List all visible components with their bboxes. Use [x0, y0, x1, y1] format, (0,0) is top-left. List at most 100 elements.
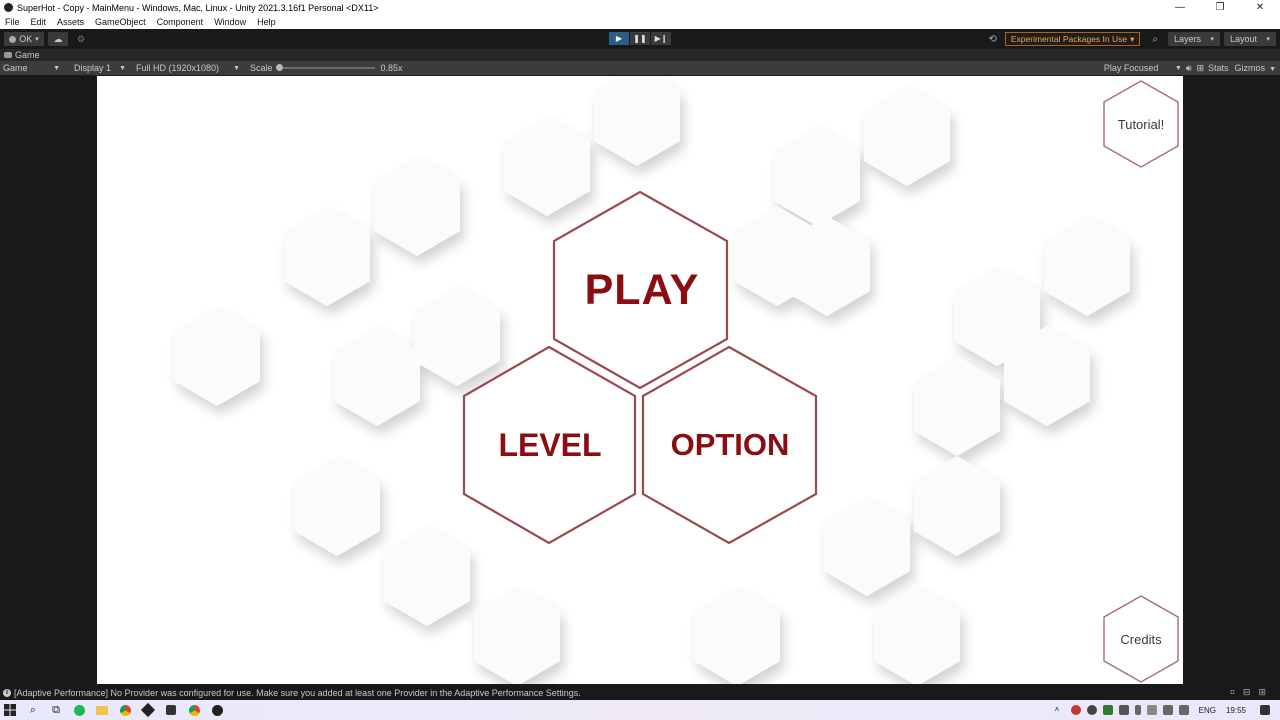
pause-button[interactable]: ❚❚ — [630, 32, 650, 45]
info-icon: i — [3, 688, 11, 697]
menu-component[interactable]: Component — [157, 17, 204, 27]
language-indicator[interactable]: ENG — [1199, 706, 1216, 715]
scale-control: Scale 0.85x — [250, 63, 403, 73]
layers-label: Layers — [1174, 34, 1202, 44]
account-label: OK — [19, 34, 33, 44]
game-view-toolbar: Game ▼ Display 1 ▼ Full HD (1920x1080) ▼… — [0, 61, 1280, 75]
search-icon[interactable]: ⌕ — [1152, 34, 1158, 45]
chrome-icon-2[interactable] — [187, 703, 201, 717]
stats-toggle[interactable]: ⊞ Stats — [1196, 63, 1228, 74]
close-button[interactable]: ✕ — [1240, 2, 1280, 13]
task-view-icon[interactable]: ⧉ — [49, 703, 63, 717]
display-dropdown[interactable]: Display 1 ▼ — [74, 63, 126, 73]
toolbar-right: ⟲ Experimental Packages In Use ▾ ⌕ Layer… — [988, 32, 1276, 46]
search-icon[interactable]: ⌕ — [26, 703, 40, 717]
step-button[interactable]: ▶❙ — [651, 32, 671, 45]
windows-start-icon[interactable] — [3, 703, 17, 717]
network-icon[interactable] — [1162, 705, 1173, 715]
chevron-down-icon: ▼ — [233, 64, 240, 72]
chrome-icon[interactable] — [118, 703, 132, 717]
main-toolbar: OK ▾ ☁ ⚙ ▶ ❚❚ ▶❙ ⟲ Experimental Packages… — [0, 29, 1280, 49]
chevron-up-icon[interactable]: ˄ — [1055, 705, 1065, 715]
menu-file[interactable]: File — [5, 17, 20, 27]
maximize-button[interactable]: ❐ — [1200, 2, 1240, 13]
level-label: LEVEL — [498, 426, 602, 463]
cloud-button[interactable]: ☁ — [48, 32, 68, 46]
tray-app-icon[interactable] — [1086, 705, 1097, 715]
experimental-packages-button[interactable]: Experimental Packages In Use ▾ — [1004, 32, 1141, 46]
menu-help[interactable]: Help — [257, 17, 276, 27]
tutorial-hex-button[interactable]: Tutorial! — [1102, 80, 1180, 168]
gizmos-label: Gizmos — [1234, 63, 1266, 73]
chevron-down-icon: ▾ — [1266, 36, 1270, 43]
mute-audio-icon[interactable]: 🔊︎ — [1186, 63, 1192, 74]
file-explorer-icon[interactable] — [95, 703, 109, 717]
menu-assets[interactable]: Assets — [57, 17, 84, 27]
view-mode-label: Game — [3, 63, 28, 73]
view-mode-dropdown[interactable]: Game ▼ — [0, 63, 60, 73]
console-status-bar[interactable]: i [Adaptive Performance] No Provider was… — [0, 686, 1280, 699]
layers-dropdown[interactable]: Layers ▾ — [1168, 32, 1220, 46]
level-hex-button[interactable]: LEVEL — [462, 345, 638, 545]
menu-gameobject[interactable]: GameObject — [95, 17, 146, 27]
chevron-down-icon: ▼ — [1174, 64, 1182, 72]
minimize-button[interactable]: — — [1160, 2, 1200, 13]
cloud-icon: ☁ — [53, 33, 63, 44]
tutorial-label: Tutorial! — [1117, 116, 1165, 132]
status-message: [Adaptive Performance] No Provider was c… — [14, 687, 581, 698]
unity-editor-icon[interactable] — [164, 703, 178, 717]
credits-label: Credits — [1120, 631, 1162, 647]
account-dropdown[interactable]: OK ▾ — [4, 32, 44, 46]
obs-icon[interactable] — [210, 703, 224, 717]
gamepad-icon — [4, 52, 12, 58]
notification-icon[interactable] — [1260, 705, 1270, 715]
game-viewport[interactable]: PLAY LEVEL OPTION Tutorial! Credits — [97, 76, 1183, 684]
gizmos-dropdown[interactable]: Gizmos ▼ — [1235, 63, 1276, 73]
volume-icon[interactable] — [1178, 705, 1189, 715]
game-tab-label: Game — [15, 50, 40, 60]
unity-editor-window: SuperHot - Copy - MainMenu - Windows, Ma… — [0, 0, 1280, 720]
scale-slider-handle[interactable] — [275, 64, 283, 71]
scale-value: 0.85x — [380, 63, 403, 73]
menu-edit[interactable]: Edit — [31, 17, 47, 27]
chevron-down-icon: ▼ — [119, 64, 126, 72]
system-tray: ˄ ENG 19:55 — [1055, 700, 1280, 720]
game-tab-header[interactable]: Game — [0, 49, 1280, 61]
experimental-label: Experimental Packages In Use — [1010, 34, 1128, 44]
tray-app-icon[interactable] — [1118, 705, 1129, 715]
history-icon[interactable]: ⟲ — [988, 34, 996, 45]
tray-app-icon[interactable] — [1146, 705, 1157, 715]
menu-bar: File Edit Assets GameObject Component Wi… — [0, 15, 1280, 29]
play-focus-label: Play Focused — [1103, 63, 1159, 73]
game-view-right-controls: Play Focused ▼ 🔊︎ ⊞ Stats Gizmos ▼ — [1104, 61, 1276, 75]
stats-label: Stats — [1208, 62, 1229, 73]
play-icon: ▶ — [615, 34, 623, 43]
menu-window[interactable]: Window — [214, 17, 246, 27]
resolution-dropdown[interactable]: Full HD (1920x1080) ▼ — [136, 63, 240, 73]
spotify-icon[interactable] — [72, 703, 86, 717]
tray-app-icon[interactable] — [1070, 705, 1081, 715]
unity-hub-icon[interactable] — [140, 702, 156, 718]
tray-app-icon[interactable] — [1102, 705, 1113, 715]
credits-hex-button[interactable]: Credits — [1102, 595, 1180, 683]
clock[interactable]: 19:55 — [1226, 706, 1246, 715]
play-focus-dropdown[interactable]: Play Focused ▼ — [1104, 63, 1182, 73]
layout-label: Layout — [1230, 34, 1258, 44]
stats-icon: ⊞ — [1196, 62, 1205, 73]
chevron-down-icon: ▼ — [1269, 66, 1276, 73]
scale-slider[interactable] — [275, 64, 375, 71]
display-label: Display 1 — [74, 63, 112, 73]
play-controls: ▶ ❚❚ ▶❙ — [609, 32, 672, 45]
chevron-down-icon: ▼ — [53, 64, 60, 72]
collab-button[interactable]: ⚙ — [72, 32, 90, 46]
windows-taskbar: ⌕ ⧉ ˄ ENG 19:55 — [0, 700, 1280, 720]
microphone-icon[interactable] — [1134, 705, 1141, 715]
layout-dropdown[interactable]: Layout ▾ — [1224, 32, 1276, 46]
settings-icon: ⚙ — [76, 33, 86, 44]
title-bar: SuperHot - Copy - MainMenu - Windows, Ma… — [0, 0, 1280, 15]
unity-logo-icon — [4, 3, 13, 12]
option-hex-button[interactable]: OPTION — [641, 345, 819, 545]
play-button[interactable]: ▶ — [609, 32, 629, 45]
window-title: SuperHot - Copy - MainMenu - Windows, Ma… — [17, 2, 379, 13]
account-icon — [9, 35, 17, 43]
